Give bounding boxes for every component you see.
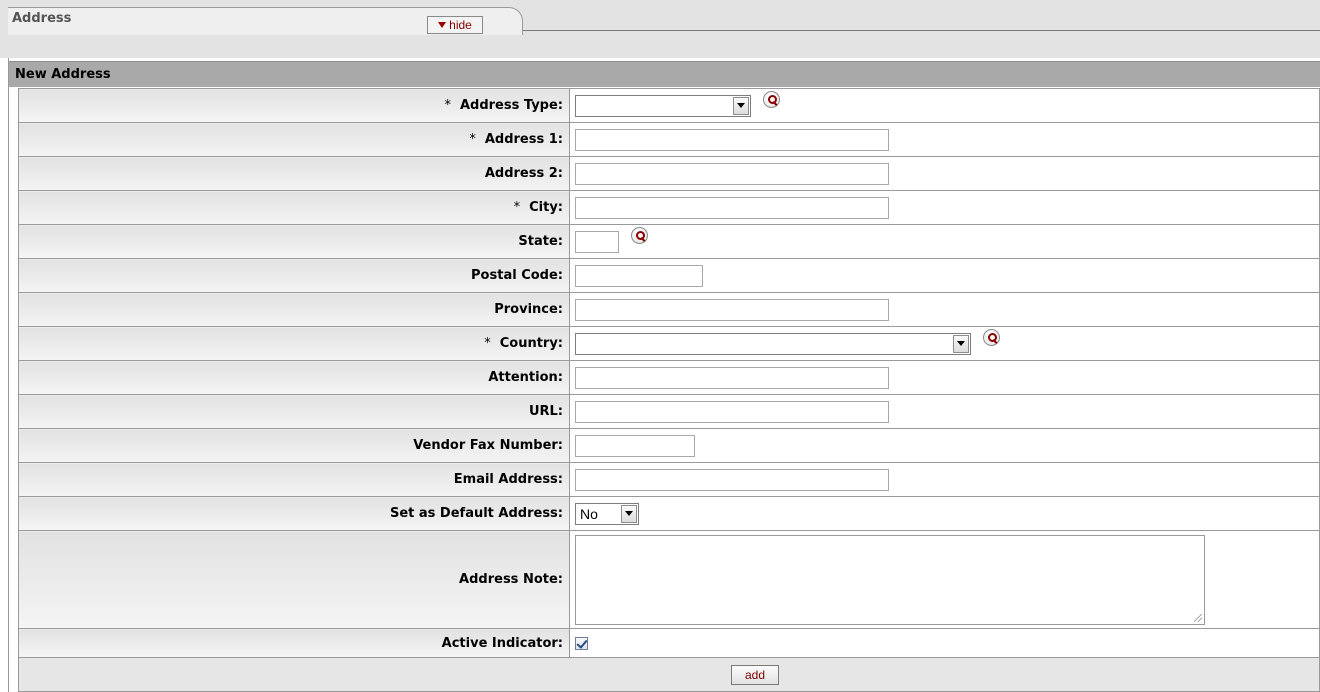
address-type-field-cell <box>569 88 1320 123</box>
row-postal-code: Postal Code: <box>18 258 1320 293</box>
address-type-lookup-icon[interactable] <box>763 91 781 108</box>
url-label: URL: <box>528 404 563 419</box>
address-type-label-cell: * Address Type: <box>18 88 570 123</box>
city-label: City: <box>529 200 563 215</box>
address-2-input[interactable] <box>575 162 889 185</box>
row-address-1: * Address 1: <box>18 122 1320 157</box>
active-indicator-checkbox[interactable] <box>575 636 588 650</box>
section-title: New Address <box>15 67 111 82</box>
address-note-label: Address Note: <box>459 572 563 587</box>
default-address-label-cell: Set as Default Address: <box>18 496 570 531</box>
row-address-note: Address Note: <box>18 530 1320 629</box>
active-indicator-field-cell <box>569 628 1320 658</box>
tab-strip: Address hide <box>0 0 1320 58</box>
country-lookup-icon[interactable] <box>983 329 1001 346</box>
country-field-cell <box>569 326 1320 361</box>
required-marker: * <box>444 98 451 113</box>
postal-code-label: Postal Code: <box>471 268 563 283</box>
country-label: Country: <box>499 336 563 351</box>
email-field-cell <box>569 462 1320 497</box>
chevron-down-icon[interactable] <box>621 504 637 523</box>
default-address-value: No <box>580 505 598 522</box>
address-1-field-cell <box>569 122 1320 157</box>
required-marker: * <box>484 336 491 351</box>
chevron-down-icon[interactable] <box>953 334 969 353</box>
address-type-select[interactable] <box>575 94 751 117</box>
row-vendor-fax: Vendor Fax Number: <box>18 428 1320 463</box>
row-country: * Country: <box>18 326 1320 361</box>
vendor-fax-label-cell: Vendor Fax Number: <box>18 428 570 463</box>
active-indicator-label: Active Indicator: <box>441 635 563 651</box>
active-indicator-label-cell: Active Indicator: <box>18 628 570 658</box>
postal-code-label-cell: Postal Code: <box>18 258 570 293</box>
address-2-label-cell: Address 2: <box>18 156 570 191</box>
attention-field-cell <box>569 360 1320 395</box>
add-button[interactable]: add <box>731 664 779 685</box>
vendor-fax-field-cell <box>569 428 1320 463</box>
postal-code-field-cell <box>569 258 1320 293</box>
vendor-fax-label: Vendor Fax Number: <box>413 438 563 453</box>
country-label-cell: * Country: <box>18 326 570 361</box>
url-input[interactable] <box>575 400 889 423</box>
address-1-input[interactable] <box>575 128 889 151</box>
state-label-cell: State: <box>18 224 570 259</box>
address-note-field-cell <box>569 530 1320 629</box>
resize-grip-icon[interactable] <box>1194 613 1202 622</box>
country-select[interactable] <box>575 332 971 355</box>
vendor-fax-input[interactable] <box>575 434 695 457</box>
province-label: Province: <box>494 302 563 317</box>
url-label-cell: URL: <box>18 394 570 429</box>
email-label: Email Address: <box>453 472 563 487</box>
city-label-cell: * City: <box>18 190 570 225</box>
province-input[interactable] <box>575 298 889 321</box>
state-field-cell <box>569 224 1320 259</box>
row-add: add <box>18 657 1320 692</box>
city-field-cell <box>569 190 1320 225</box>
attention-input[interactable] <box>575 366 889 389</box>
email-input[interactable] <box>575 468 889 491</box>
chevron-down-icon[interactable] <box>733 96 749 115</box>
attention-label: Attention: <box>488 370 563 385</box>
postal-code-input[interactable] <box>575 264 703 287</box>
email-label-cell: Email Address: <box>18 462 570 497</box>
attention-label-cell: Attention: <box>18 360 570 395</box>
row-default-address: Set as Default Address: No <box>18 496 1320 531</box>
state-input[interactable] <box>575 230 619 253</box>
add-cell: add <box>18 657 1320 692</box>
row-active-indicator: Active Indicator: <box>18 628 1320 658</box>
triangle-down-icon <box>438 22 447 28</box>
hide-button[interactable]: hide <box>427 16 483 34</box>
state-lookup-icon[interactable] <box>631 227 649 244</box>
tab-strip-line <box>520 30 1320 31</box>
row-province: Province: <box>18 292 1320 327</box>
section-header: New Address <box>9 61 1320 87</box>
required-marker: * <box>513 200 521 215</box>
address-note-label-cell: Address Note: <box>18 530 570 629</box>
province-field-cell <box>569 292 1320 327</box>
row-address-2: Address 2: <box>18 156 1320 191</box>
default-address-select[interactable]: No <box>575 502 639 525</box>
row-url: URL: <box>18 394 1320 429</box>
province-label-cell: Province: <box>18 292 570 327</box>
required-marker: * <box>469 132 476 147</box>
hide-button-label: hide <box>449 18 472 32</box>
address-form: * Address Type: * Address 1: Address 2: * C… <box>18 88 1320 692</box>
address-type-label: Address Type: <box>459 98 563 113</box>
city-input[interactable] <box>575 196 889 219</box>
row-address-type: * Address Type: <box>18 88 1320 123</box>
default-address-field-cell: No <box>569 496 1320 531</box>
address-2-field-cell <box>569 156 1320 191</box>
state-label: State: <box>518 234 563 249</box>
default-address-label: Set as Default Address: <box>389 506 563 521</box>
address-1-label-cell: * Address 1: <box>18 122 570 157</box>
row-attention: Attention: <box>18 360 1320 395</box>
address-note-textarea[interactable] <box>575 534 1205 625</box>
row-state: State: <box>18 224 1320 259</box>
url-field-cell <box>569 394 1320 429</box>
row-email: Email Address: <box>18 462 1320 497</box>
address-1-label: Address 1: <box>484 132 563 147</box>
address-2-label: Address 2: <box>484 166 563 181</box>
row-city: * City: <box>18 190 1320 225</box>
tab-title: Address <box>12 11 72 26</box>
